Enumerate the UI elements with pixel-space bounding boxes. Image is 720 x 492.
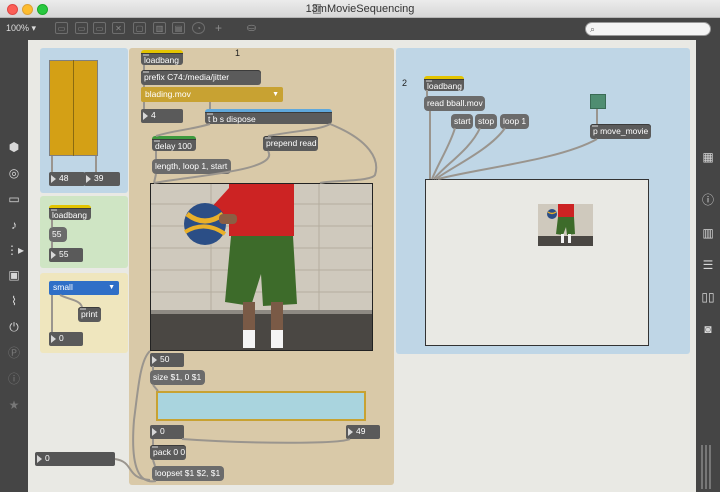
bball-movie-thumbnail bbox=[538, 204, 593, 246]
number-box-55[interactable]: 55 bbox=[49, 248, 83, 262]
size-message[interactable]: size $1, 0 $1 bbox=[150, 370, 205, 385]
number-box-icon[interactable]: ▤ bbox=[172, 22, 185, 34]
cube-icon[interactable]: ⬢ bbox=[6, 140, 22, 154]
number-box-0-yellow[interactable]: 0 bbox=[49, 332, 83, 346]
prepend-object[interactable]: prepend read bbox=[263, 136, 318, 151]
camera-icon[interactable]: ◙ bbox=[700, 322, 716, 336]
movie-menu[interactable]: blading.mov ▼ bbox=[141, 87, 283, 102]
slider-icon[interactable]: ▥ bbox=[153, 22, 166, 34]
object-icon[interactable]: ▭ bbox=[75, 22, 88, 34]
chevron-down-icon: ▼ bbox=[108, 284, 115, 291]
print-object[interactable]: print bbox=[78, 307, 101, 322]
bpatcher-handle[interactable] bbox=[590, 94, 606, 109]
paperclip-icon[interactable]: ⌇ bbox=[6, 294, 22, 308]
size-menu[interactable]: small ▼ bbox=[49, 281, 119, 295]
sequence-icon[interactable]: ⋮▸ bbox=[6, 243, 24, 257]
open-book-icon[interactable]: ▯▯ bbox=[700, 290, 716, 304]
image-icon[interactable]: ▣ bbox=[6, 268, 22, 282]
start-message[interactable]: start bbox=[451, 114, 473, 129]
loopset-message[interactable]: loopset $1 $2, $1 bbox=[152, 466, 224, 481]
movie-menu-label: blading.mov bbox=[145, 89, 191, 99]
stop-message[interactable]: stop bbox=[475, 114, 497, 129]
comment-1: 1 bbox=[235, 48, 241, 58]
slider-divider bbox=[73, 60, 74, 156]
number-box-0-start[interactable]: 0 bbox=[150, 425, 184, 439]
search-icon: ⌕ bbox=[590, 24, 596, 34]
delay-object[interactable]: delay 100 bbox=[152, 136, 196, 151]
bball-frame-image bbox=[538, 204, 593, 246]
movie-display[interactable] bbox=[150, 183, 373, 351]
chevron-down-icon: ▼ bbox=[272, 91, 279, 98]
dial-icon[interactable]: ◔ bbox=[192, 22, 205, 34]
jit-pwindow-small[interactable] bbox=[156, 391, 366, 421]
prefix-object[interactable]: prefix C74:/media/jitter bbox=[141, 70, 261, 85]
number-box-4[interactable]: 4 bbox=[141, 109, 183, 123]
list-icon[interactable]: ☰ bbox=[700, 258, 716, 272]
number-box-bottom[interactable]: 0 bbox=[35, 452, 115, 466]
message-55[interactable]: 55 bbox=[49, 227, 67, 242]
info-icon[interactable]: ⓘ bbox=[700, 193, 716, 207]
size-menu-label: small bbox=[53, 282, 73, 292]
move-movie-subpatch[interactable]: p move_movie bbox=[590, 124, 651, 139]
movie-display-bball[interactable] bbox=[425, 179, 649, 346]
info-icon[interactable]: ⓘ bbox=[6, 372, 22, 386]
left-sidebar bbox=[0, 40, 28, 492]
number-box-49[interactable]: 49 bbox=[346, 425, 380, 439]
toggle-icon[interactable]: ▢ bbox=[133, 22, 146, 34]
search-input[interactable] bbox=[585, 22, 711, 36]
patcher-icon[interactable]: ▭ bbox=[55, 22, 68, 34]
loadbang-object-movie[interactable]: loadbang bbox=[141, 50, 183, 65]
paint-bucket-icon[interactable]: ⛀ bbox=[245, 22, 258, 34]
book-icon[interactable]: ▥ bbox=[700, 226, 716, 240]
comment-2: 2 bbox=[402, 78, 408, 88]
p-icon[interactable]: Ⓟ bbox=[6, 346, 22, 360]
read-bball-message[interactable]: read bball.mov bbox=[424, 96, 485, 111]
add-object-icon[interactable]: + bbox=[212, 22, 225, 34]
number-box-left[interactable]: 48 bbox=[49, 172, 85, 186]
number-box-50[interactable]: 50 bbox=[150, 353, 184, 367]
loadbang-object-bball[interactable]: loadbang bbox=[424, 76, 464, 91]
resize-grip[interactable] bbox=[701, 445, 713, 489]
length-message[interactable]: length, loop 1, start bbox=[152, 159, 231, 174]
circle-target-icon[interactable]: ◎ bbox=[6, 166, 22, 180]
star-icon[interactable]: ★ bbox=[6, 398, 22, 412]
mic-icon[interactable]: ▭ bbox=[6, 192, 22, 206]
window-title: 13mMovieSequencing bbox=[305, 3, 415, 15]
button-object-icon[interactable]: ✕ bbox=[112, 22, 125, 34]
basketball-frame-image bbox=[151, 184, 372, 350]
loadbang-object[interactable]: loadbang bbox=[49, 205, 91, 220]
comment-icon[interactable]: ▭ bbox=[93, 22, 106, 34]
note-icon[interactable]: ♪ bbox=[6, 218, 22, 232]
plug-icon[interactable]: ⏻ bbox=[6, 320, 22, 334]
number-box-right[interactable]: 39 bbox=[84, 172, 120, 186]
pack-object[interactable]: pack 0 0 bbox=[150, 445, 186, 460]
grid-icon[interactable]: ▦ bbox=[700, 150, 716, 164]
trigger-object[interactable]: t b s dispose bbox=[205, 109, 332, 124]
zoom-menu[interactable]: 100% ▾ bbox=[6, 22, 36, 34]
loop-message[interactable]: loop 1 bbox=[500, 114, 529, 129]
